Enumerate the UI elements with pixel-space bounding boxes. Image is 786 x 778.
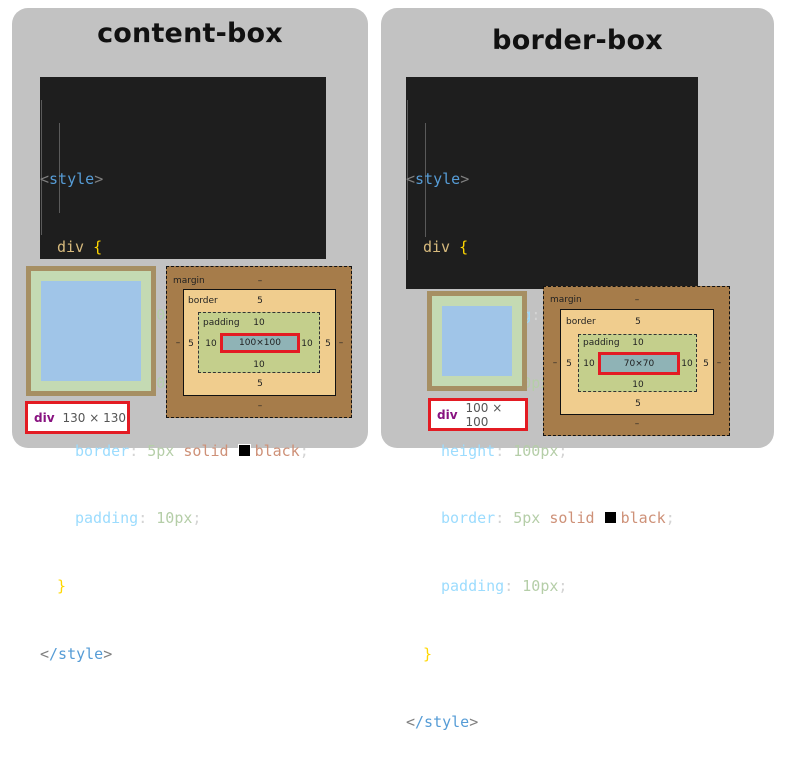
preview-content	[442, 306, 512, 376]
box-model-content[interactable]: 100×100	[220, 333, 300, 353]
padding-right-value[interactable]: 10	[677, 359, 697, 369]
margin-label: margin	[173, 276, 205, 286]
code-line: <style>	[40, 170, 104, 189]
border-right-value[interactable]: 5	[696, 359, 716, 369]
padding-top-value[interactable]: 10	[628, 338, 648, 348]
element-size-tooltip: div 130 × 130	[25, 401, 130, 434]
tooltip-tag: div	[34, 410, 55, 425]
border-right-value[interactable]: 5	[318, 339, 338, 349]
margin-label: margin	[550, 295, 582, 305]
code-block: <style> div { width: 100px; height: 100p…	[40, 77, 326, 663]
padding-left-value[interactable]: 10	[579, 359, 599, 369]
code-line: padding: 10px;	[75, 509, 202, 528]
tooltip-tag: div	[437, 407, 458, 422]
tooltip-size: 130 × 130	[62, 410, 127, 425]
code-block: <style> div { box-sizing: border-box; wi…	[406, 77, 698, 731]
padding-bottom-value[interactable]: 10	[249, 360, 269, 370]
code-line: border: 5px solid black;	[441, 509, 675, 528]
color-swatch[interactable]	[237, 443, 251, 457]
margin-bottom-value[interactable]: –	[627, 419, 647, 429]
code-line: }	[423, 644, 433, 663]
padding-bottom-value[interactable]: 10	[628, 380, 648, 390]
tooltip-size: 100 × 100	[465, 400, 503, 429]
box-model-margin[interactable]: margin – – – – border 5 5 5 5 padding 10…	[543, 286, 730, 436]
code-line: </style>	[406, 712, 479, 731]
margin-top-value[interactable]: –	[250, 276, 270, 286]
border-box-panel: border-box <style> div { box-sizing: bor…	[381, 8, 774, 731]
code-line: height: 100px;	[441, 441, 568, 460]
div-preview	[26, 266, 156, 396]
box-model-margin[interactable]: margin – – – – border 5 5 5 5 padding 10…	[166, 266, 352, 418]
margin-bottom-value[interactable]: –	[250, 401, 270, 411]
code-line: div {	[423, 238, 469, 257]
color-swatch[interactable]	[603, 511, 617, 525]
code-line: <style>	[406, 170, 470, 189]
box-model-padding[interactable]: padding 10 10 10 10 70×70	[578, 334, 697, 392]
padding-right-value[interactable]: 10	[297, 339, 317, 349]
div-preview	[427, 291, 527, 391]
box-model-content[interactable]: 70×70	[598, 352, 680, 375]
margin-top-value[interactable]: –	[627, 295, 647, 305]
border-label: border	[566, 317, 596, 327]
code-line: padding: 10px;	[441, 577, 568, 596]
border-bottom-value[interactable]: 5	[250, 379, 270, 389]
padding-label: padding	[203, 318, 240, 328]
code-line: border: 5px solid black;	[75, 441, 309, 460]
preview-padding	[31, 271, 151, 391]
border-left-value[interactable]: 5	[559, 359, 579, 369]
content-box-panel: content-box <style> div { width: 100px; …	[12, 8, 368, 663]
border-top-value[interactable]: 5	[628, 317, 648, 327]
padding-label: padding	[583, 338, 620, 348]
border-bottom-value[interactable]: 5	[628, 399, 648, 409]
panel-title: content-box	[97, 18, 283, 49]
border-label: border	[188, 296, 218, 306]
code-line: div {	[57, 238, 103, 257]
code-line: }	[57, 577, 67, 596]
box-model-border[interactable]: border 5 5 5 5 padding 10 10 10 10 70×70	[560, 309, 714, 415]
padding-top-value[interactable]: 10	[249, 318, 269, 328]
preview-content	[41, 281, 141, 381]
element-size-tooltip: div 100 × 100	[428, 398, 528, 431]
padding-left-value[interactable]: 10	[201, 339, 221, 349]
box-model-border[interactable]: border 5 5 5 5 padding 10 10 10 10 100×1…	[183, 289, 336, 396]
panel-title: border-box	[492, 25, 663, 56]
preview-padding	[432, 296, 522, 386]
code-line: </style>	[40, 644, 113, 663]
box-model-padding[interactable]: padding 10 10 10 10 100×100	[198, 312, 320, 373]
border-top-value[interactable]: 5	[250, 296, 270, 306]
